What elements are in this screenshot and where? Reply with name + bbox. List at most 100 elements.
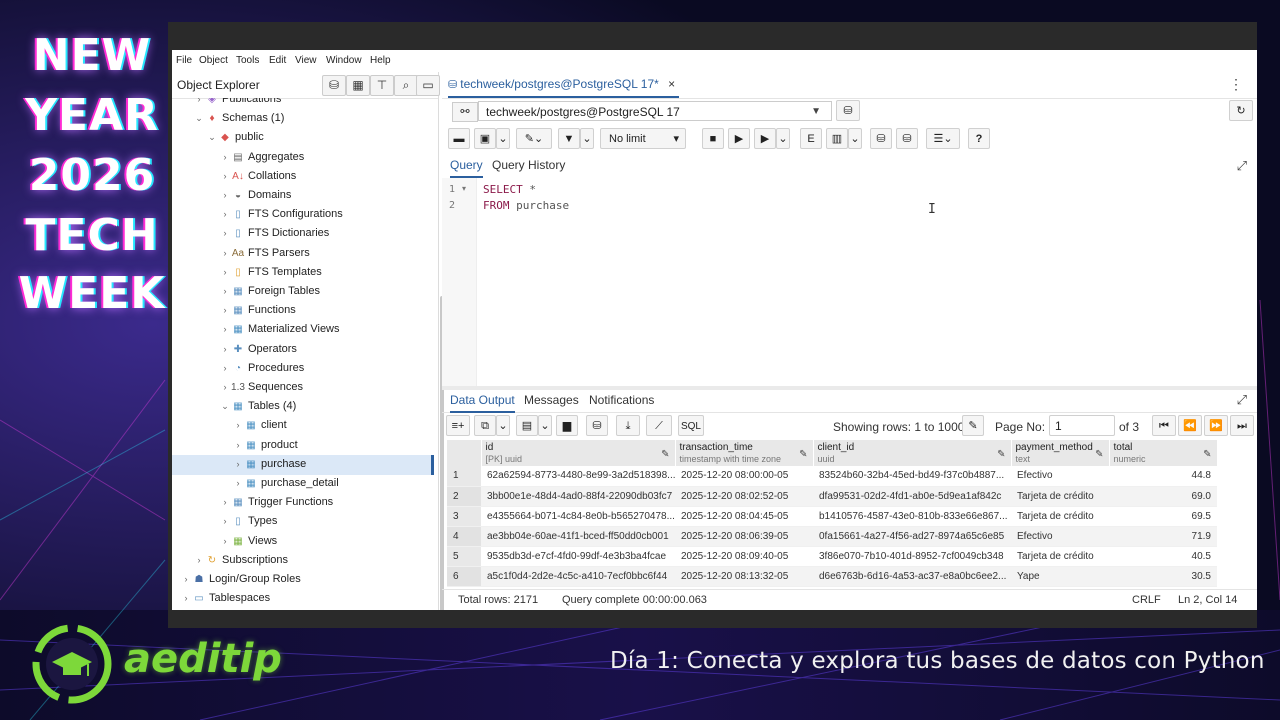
- chevron-right-icon[interactable]: ›: [219, 205, 231, 224]
- search-icon[interactable]: ⌕: [394, 75, 418, 96]
- tab-query[interactable]: Query: [450, 158, 483, 178]
- paste-icon[interactable]: ▤: [516, 415, 538, 436]
- table-cell[interactable]: 83524b60-32b4-45ed-bd49-f37c0b4887...: [813, 466, 1011, 487]
- tree-node[interactable]: ⌄ ▦ Tables (4): [219, 397, 296, 416]
- column-header[interactable]: id [PK] uuid ✎: [481, 440, 676, 466]
- connection-status-icon[interactable]: ⚯: [452, 102, 478, 122]
- chevron-down-icon[interactable]: ⌄: [580, 128, 594, 149]
- table-cell[interactable]: 2025-12-20 08:06:39-05: [675, 526, 813, 547]
- tree-node[interactable]: › ◈ Publications: [193, 98, 282, 109]
- more-options-icon[interactable]: ⋮: [1229, 76, 1243, 93]
- table-cell[interactable]: 30.5: [1109, 566, 1217, 587]
- edit-icon[interactable]: ✎⌄: [516, 128, 552, 149]
- chevron-right-icon[interactable]: ›: [232, 416, 244, 435]
- menu-edit[interactable]: Edit: [269, 55, 286, 66]
- chevron-right-icon[interactable]: ›: [219, 359, 231, 378]
- help-icon[interactable]: ?: [968, 128, 990, 149]
- table-cell[interactable]: Tarjeta de crédito: [1011, 546, 1109, 567]
- edit-column-icon[interactable]: ✎: [799, 449, 807, 460]
- chevron-right-icon[interactable]: ›: [232, 474, 244, 493]
- chevron-right-icon[interactable]: ›: [180, 589, 192, 608]
- chevron-right-icon[interactable]: ›: [219, 340, 231, 359]
- table-cell[interactable]: d6e6763b-6d16-4a53-ac37-e8a0bc6ee2...: [813, 566, 1011, 587]
- tree-node[interactable]: › ▦ Materialized Views: [219, 320, 340, 339]
- tree-node[interactable]: › ▦ Trigger Functions: [219, 493, 334, 512]
- close-tab-icon[interactable]: ×: [668, 77, 675, 91]
- chevron-right-icon[interactable]: ›: [193, 551, 205, 570]
- table-cell[interactable]: Efectivo: [1011, 526, 1109, 547]
- table-row[interactable]: 5 9535db3d-e7cf-4fd0-99df-4e3b3ba4fcae 202…: [447, 546, 1217, 567]
- chevron-down-icon[interactable]: ⌄: [538, 415, 552, 436]
- tree-node[interactable]: › ▯ FTS Dictionaries: [219, 224, 330, 243]
- table-cell[interactable]: 2025-12-20 08:09:40-05: [675, 546, 813, 567]
- execute-options-icon[interactable]: ▶: [754, 128, 776, 149]
- menu-window[interactable]: Window: [326, 55, 362, 66]
- column-header[interactable]: total numeric ✎: [1109, 440, 1218, 466]
- table-cell[interactable]: dfa99531-02d2-4fd1-ab0e-5d9ea1af842c: [813, 486, 1011, 507]
- chevron-down-icon[interactable]: ⌄: [219, 397, 231, 416]
- table-cell[interactable]: 2025-12-20 08:04:45-05: [675, 506, 813, 527]
- row-limit-select[interactable]: No limit ▾: [600, 128, 686, 149]
- table-cell[interactable]: Tarjeta de crédito: [1011, 486, 1109, 507]
- chevron-right-icon[interactable]: ›: [219, 148, 231, 167]
- download-icon[interactable]: ⤓: [616, 415, 640, 436]
- tree-node[interactable]: › ▦ Views: [219, 532, 278, 551]
- save-data-icon[interactable]: ⛁: [586, 415, 608, 436]
- menu-view[interactable]: View: [295, 55, 317, 66]
- tree-node[interactable]: › ☗ Login/Group Roles: [180, 570, 301, 589]
- tree-node[interactable]: › ◔ Procedures: [219, 359, 305, 378]
- column-header[interactable]: payment_method text ✎: [1011, 440, 1110, 466]
- chevron-right-icon[interactable]: ›: [219, 301, 231, 320]
- previous-page-icon[interactable]: ⏪: [1178, 415, 1202, 436]
- chevron-right-icon[interactable]: ›: [219, 167, 231, 186]
- chevron-down-icon[interactable]: ⌄: [848, 128, 862, 149]
- table-cell[interactable]: 40.5: [1109, 546, 1217, 567]
- add-row-icon[interactable]: ≡+: [446, 415, 470, 436]
- table-row[interactable]: 6 a5c1f0d4-2d2e-4c5c-a410-7ecf0bbc6f44 202…: [447, 566, 1217, 587]
- edit-rows-icon[interactable]: ✎: [962, 415, 984, 436]
- open-file-icon[interactable]: ▬: [448, 128, 470, 149]
- sql-editor[interactable]: 1 2 ▾ SELECT * FROM purchase I: [442, 178, 1257, 386]
- menu-tools[interactable]: Tools: [236, 55, 259, 66]
- tree-node[interactable]: ⌄ ◆ public: [206, 128, 264, 147]
- edit-column-icon[interactable]: ✎: [1203, 449, 1211, 460]
- tree-node[interactable]: › ✚ Operators: [219, 340, 297, 359]
- chevron-right-icon[interactable]: ›: [219, 512, 231, 531]
- chevron-down-icon[interactable]: ⌄: [206, 128, 218, 147]
- chevron-right-icon[interactable]: ›: [219, 532, 231, 551]
- tree-node[interactable]: › ▯ FTS Configurations: [219, 205, 343, 224]
- tree-node[interactable]: › ▤ Aggregates: [219, 148, 305, 167]
- graph-icon[interactable]: ⟋: [646, 415, 672, 436]
- edit-column-icon[interactable]: ✎: [661, 449, 669, 460]
- table-cell[interactable]: Efectivo: [1011, 466, 1109, 487]
- chevron-down-icon[interactable]: ⌄: [193, 109, 205, 128]
- macros-icon[interactable]: ☰⌄: [926, 128, 960, 149]
- tree-node[interactable]: › ▭ Tablespaces: [180, 589, 271, 608]
- table-cell[interactable]: 44.8: [1109, 466, 1217, 487]
- table-row[interactable]: 3 e4355664-b071-4c84-8e0b-b565270478... 20…: [447, 506, 1217, 527]
- tab-notifications[interactable]: Notifications: [589, 393, 654, 411]
- sql-button[interactable]: SQL: [678, 415, 704, 436]
- table-cell[interactable]: 0fa15661-4a27-4f56-ad27-8974a65c6e85: [813, 526, 1011, 547]
- chevron-right-icon[interactable]: ›: [219, 224, 231, 243]
- tree-node[interactable]: › ▦ purchase_detail: [232, 474, 339, 493]
- tab-messages[interactable]: Messages: [524, 393, 579, 411]
- table-cell[interactable]: Tarjeta de crédito: [1011, 506, 1109, 527]
- chevron-right-icon[interactable]: ›: [219, 186, 231, 205]
- tree-node[interactable]: › ▯ Types: [219, 512, 278, 531]
- explain-analyze-icon[interactable]: ▥: [826, 128, 848, 149]
- chevron-right-icon[interactable]: ›: [219, 320, 231, 339]
- last-page-icon[interactable]: ⏭: [1230, 415, 1254, 436]
- table-cell[interactable]: Yape: [1011, 566, 1109, 587]
- chevron-down-icon[interactable]: ⌄: [776, 128, 790, 149]
- filtered-rows-icon[interactable]: ⊤: [370, 75, 394, 96]
- edit-column-icon[interactable]: ✎: [1095, 449, 1103, 460]
- tab-query-history[interactable]: Query History: [492, 158, 565, 176]
- tree-node[interactable]: › Aa FTS Parsers: [219, 244, 310, 263]
- chevron-right-icon[interactable]: ›: [219, 244, 231, 263]
- stop-icon[interactable]: ■: [702, 128, 724, 149]
- chevron-right-icon[interactable]: ›: [232, 436, 244, 455]
- chevron-down-icon[interactable]: ⌄: [496, 415, 510, 436]
- tree-node[interactable]: › A↓ Collations: [219, 167, 297, 186]
- connection-select[interactable]: techweek/postgres@PostgreSQL 17 ▼: [478, 101, 832, 121]
